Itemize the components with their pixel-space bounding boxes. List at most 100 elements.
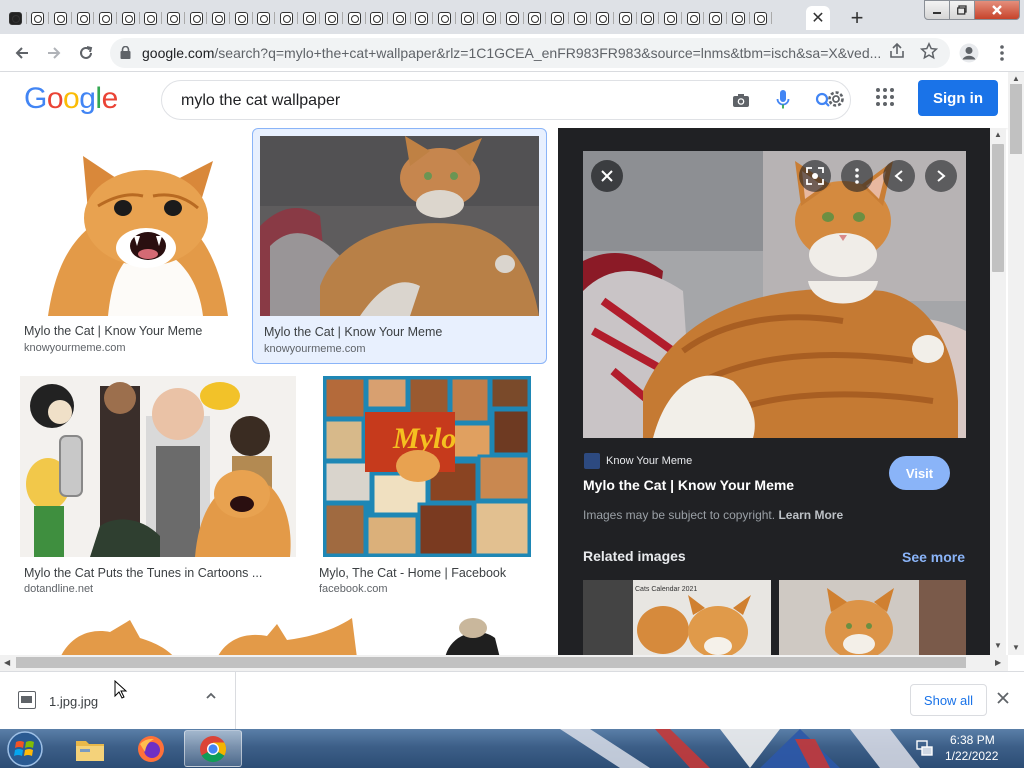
browser-tab[interactable]	[320, 6, 343, 30]
new-tab-button[interactable]: +	[844, 5, 870, 31]
result-thumbnail[interactable]	[20, 618, 187, 655]
result-card[interactable]	[395, 618, 541, 655]
result-thumbnail[interactable]: Mylo	[323, 376, 531, 557]
result-thumbnail[interactable]	[260, 136, 539, 316]
show-all-downloads-button[interactable]: Show all	[910, 684, 987, 716]
lens-search-button[interactable]	[799, 160, 831, 192]
scroll-right-icon[interactable]: ▶	[995, 658, 1001, 667]
address-bar[interactable]: google.com/search?q=mylo+the+cat+wallpap…	[110, 38, 950, 68]
result-title[interactable]: Mylo the Cat | Know Your Meme	[24, 324, 239, 338]
browser-tab[interactable]	[546, 6, 569, 30]
google-logo[interactable]: Google	[24, 82, 118, 116]
browser-tab[interactable]	[185, 6, 208, 30]
clock-time[interactable]: 6:38 PM	[950, 733, 995, 747]
learn-more-link[interactable]: Learn More	[778, 508, 843, 522]
browser-tab[interactable]	[750, 6, 773, 30]
bookmark-button[interactable]	[919, 41, 939, 63]
browser-tab[interactable]	[456, 6, 479, 30]
browser-tab[interactable]	[569, 6, 592, 30]
window-close-button[interactable]	[974, 0, 1020, 20]
result-title[interactable]: Mylo the Cat | Know Your Meme	[264, 325, 534, 339]
close-preview-button[interactable]	[591, 160, 623, 192]
browser-tab[interactable]	[117, 6, 140, 30]
browser-tab[interactable]	[230, 6, 253, 30]
browser-tab[interactable]	[501, 6, 524, 30]
result-title[interactable]: Mylo, The Cat - Home | Facebook	[319, 566, 534, 580]
browser-tab[interactable]	[207, 6, 230, 30]
reload-button[interactable]	[74, 41, 98, 65]
scroll-up-icon[interactable]: ▲	[1012, 74, 1020, 83]
result-card[interactable]: Mylo the Cat | Know Your Meme knowyourme…	[16, 132, 242, 360]
browser-tab[interactable]	[366, 6, 389, 30]
voice-search-button[interactable]	[775, 89, 791, 114]
previous-image-button[interactable]	[883, 160, 915, 192]
result-thumbnail[interactable]	[28, 136, 238, 316]
profile-button[interactable]	[957, 41, 981, 65]
result-thumbnail[interactable]	[395, 618, 541, 655]
close-tab-button[interactable]: ✕	[806, 6, 830, 30]
search-settings-button[interactable]	[814, 89, 848, 114]
preview-image[interactable]	[583, 151, 966, 438]
browser-tab[interactable]	[433, 6, 456, 30]
result-card[interactable]	[20, 618, 187, 655]
next-image-button[interactable]	[925, 160, 957, 192]
browser-tab[interactable]	[614, 6, 637, 30]
start-button[interactable]	[5, 730, 45, 768]
browser-tab[interactable]	[72, 6, 95, 30]
clock-date[interactable]: 1/22/2022	[945, 749, 998, 763]
search-input[interactable]: mylo the cat wallpaper	[181, 92, 340, 110]
result-thumbnail[interactable]	[207, 618, 374, 655]
close-download-bar-button[interactable]	[997, 688, 1009, 709]
page-vertical-scrollbar[interactable]	[1008, 72, 1024, 655]
result-source[interactable]: dotandline.net	[24, 583, 93, 595]
result-card-selected[interactable]: Mylo the Cat | Know Your Meme knowyourme…	[252, 128, 547, 364]
browser-tab[interactable]	[388, 6, 411, 30]
preview-title[interactable]: Mylo the Cat | Know Your Meme	[583, 477, 794, 493]
download-options-button[interactable]	[205, 690, 217, 705]
taskbar-chrome[interactable]	[184, 730, 242, 767]
browser-tab[interactable]	[637, 6, 660, 30]
browser-tab[interactable]	[49, 6, 72, 30]
scroll-down-icon[interactable]: ▼	[994, 641, 1002, 650]
related-image[interactable]	[779, 580, 966, 655]
result-source[interactable]: knowyourmeme.com	[264, 343, 365, 355]
result-title[interactable]: Mylo the Cat Puts the Tunes in Cartoons …	[24, 566, 294, 580]
browser-tab[interactable]	[162, 6, 185, 30]
result-thumbnail[interactable]	[20, 376, 296, 557]
taskbar-firefox[interactable]	[122, 730, 180, 767]
browser-tab[interactable]	[94, 6, 117, 30]
browser-tab[interactable]	[727, 6, 750, 30]
see-more-link[interactable]: See more	[902, 549, 965, 565]
window-restore-button[interactable]	[949, 0, 975, 20]
browser-tab[interactable]	[411, 6, 434, 30]
sign-in-button[interactable]: Sign in	[918, 80, 998, 116]
result-source[interactable]: knowyourmeme.com	[24, 342, 125, 354]
browser-tab[interactable]	[478, 6, 501, 30]
page-scrollbar-thumb[interactable]	[1010, 84, 1022, 154]
search-box[interactable]: mylo the cat wallpaper	[161, 80, 851, 120]
result-card[interactable]	[207, 618, 374, 655]
preview-more-button[interactable]	[841, 160, 873, 192]
result-source[interactable]: facebook.com	[319, 583, 387, 595]
scroll-left-icon[interactable]: ◀	[4, 658, 10, 667]
browser-tab[interactable]	[140, 6, 163, 30]
search-by-image-button[interactable]	[732, 91, 750, 112]
browser-tab[interactable]	[275, 6, 298, 30]
results-scrollbar-thumb[interactable]	[992, 144, 1004, 272]
browser-tab[interactable]	[704, 6, 727, 30]
browser-menu-button[interactable]	[990, 41, 1014, 65]
google-apps-icon[interactable]	[876, 88, 894, 106]
download-file-name[interactable]: 1.jpg.jpg	[49, 694, 98, 709]
browser-tab[interactable]	[4, 6, 27, 30]
horizontal-scrollbar-thumb[interactable]	[16, 657, 966, 668]
browser-tab[interactable]	[298, 6, 321, 30]
browser-tab[interactable]	[253, 6, 276, 30]
browser-tab[interactable]	[343, 6, 366, 30]
browser-tab[interactable]	[682, 6, 705, 30]
result-card[interactable]: Mylo the Cat Puts the Tunes in Cartoons …	[20, 376, 300, 604]
network-icon[interactable]	[916, 739, 934, 760]
related-image[interactable]: Cats Calendar 2021	[583, 580, 771, 655]
visit-button[interactable]: Visit	[889, 456, 950, 490]
browser-tab[interactable]	[524, 6, 547, 30]
share-button[interactable]	[888, 42, 906, 63]
